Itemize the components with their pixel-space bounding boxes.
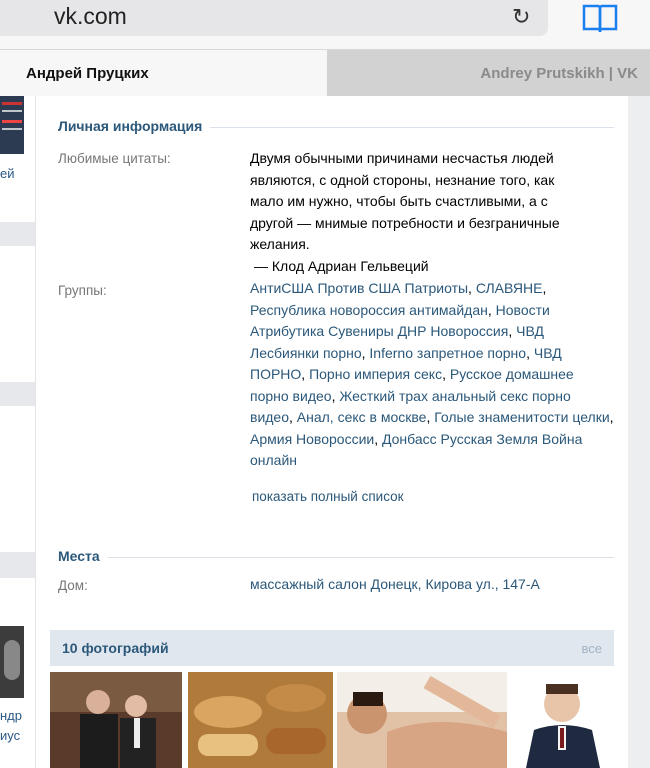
photos-title[interactable]: 10 фотографий	[62, 640, 169, 656]
book-icon[interactable]	[580, 0, 620, 41]
group-link[interactable]: СЛАВЯНЕ	[476, 280, 543, 296]
quote-line: мало им нужно, чтобы быть счастливыми, а…	[250, 193, 548, 209]
group-link[interactable]: Анал, секс в москве	[297, 409, 427, 425]
photo-thumbnail[interactable]	[50, 672, 182, 768]
groups-label: Группы:	[58, 283, 107, 298]
section-places-title: Места	[58, 548, 108, 564]
photo-thumbnail[interactable]	[188, 672, 333, 768]
quote-label: Любимые цитаты:	[58, 151, 171, 166]
sidebar-band	[0, 222, 35, 246]
show-full-list-link[interactable]: показать полный список	[252, 489, 404, 504]
group-link[interactable]: Inferno запретное порно	[369, 345, 526, 361]
left-column: ей ндр иус	[0, 96, 36, 768]
tab-label: Андрей Пруцких	[26, 65, 149, 82]
groups-list: АнтиСША Против США Патриоты, СЛАВЯНЕ, Ре…	[250, 280, 614, 468]
tab-profile-en[interactable]: Andrey Prutskikh | VK	[327, 50, 650, 96]
photo-thumbnail[interactable]	[337, 672, 507, 768]
tab-bar: Андрей Пруцких Andrey Prutskikh | VK	[0, 50, 650, 96]
section-divider	[58, 557, 614, 558]
quote-line: другой — мнимые потребности и безграничн…	[250, 214, 560, 231]
group-link[interactable]: Армия Новороссии	[250, 431, 374, 447]
section-personal-title: Личная информация	[58, 118, 211, 134]
sidebar-fragment[interactable]: иус	[0, 728, 20, 743]
page-margin	[628, 96, 650, 768]
tab-profile-ru[interactable]: Андрей Пруцких	[0, 50, 327, 96]
quote-line: желания.	[250, 236, 310, 252]
tab-label: Andrey Prutskikh | VK	[480, 65, 638, 82]
thumbnail-image[interactable]	[0, 626, 24, 698]
thumbnail-image[interactable]	[0, 96, 24, 154]
sidebar-band	[0, 382, 35, 406]
sidebar-fragment[interactable]: ндр	[0, 708, 22, 723]
sidebar-fragment[interactable]: ей	[0, 166, 15, 181]
group-link[interactable]: АнтиСША Против США Патриоты	[250, 280, 468, 296]
photos-header[interactable]: 10 фотографий все	[50, 630, 614, 666]
quote-line: Двумя обычными причинами несчастья людей	[250, 150, 554, 166]
group-link[interactable]: Республика новороссия антимайдан	[250, 302, 488, 318]
sidebar-band	[0, 552, 35, 578]
quote-text: Двумя обычными причинами несчастья людей…	[250, 148, 614, 277]
profile-info: Личная информация Любимые цитаты: Двумя …	[36, 96, 628, 768]
quote-author: — Клод Адриан Гельвеций	[254, 257, 429, 274]
group-link[interactable]: Голые знаменитости целки	[434, 409, 609, 425]
vk-page: ей ндр иус Личная информация Любимые цит…	[0, 96, 650, 768]
home-link[interactable]: массажный салон Донецк, Кирова ул., 147-…	[250, 576, 540, 592]
home-label: Дом:	[58, 578, 88, 593]
browser-toolbar: vk.com ↻	[0, 0, 650, 50]
quote-line: являются, с одной стороны, незнание того…	[250, 171, 555, 188]
photos-all-link[interactable]: все	[582, 641, 603, 656]
home-value: массажный салон Донецк, Кирова ул., 147-…	[250, 574, 614, 596]
group-link[interactable]: Порно империя секс	[309, 366, 442, 382]
photo-thumbnail[interactable]	[512, 672, 614, 768]
address-bar[interactable]: vk.com ↻	[0, 0, 548, 36]
reload-icon[interactable]: ↻	[512, 4, 530, 30]
address-text[interactable]: vk.com	[54, 3, 127, 30]
